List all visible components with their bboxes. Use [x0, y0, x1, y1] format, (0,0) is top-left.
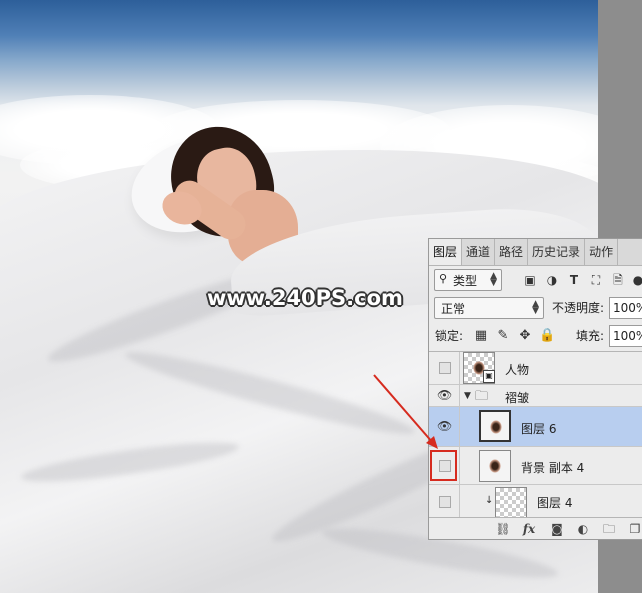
highlight-box: [430, 450, 457, 481]
annotation-arrow: [373, 374, 438, 449]
arrow-shaft: [373, 374, 434, 444]
